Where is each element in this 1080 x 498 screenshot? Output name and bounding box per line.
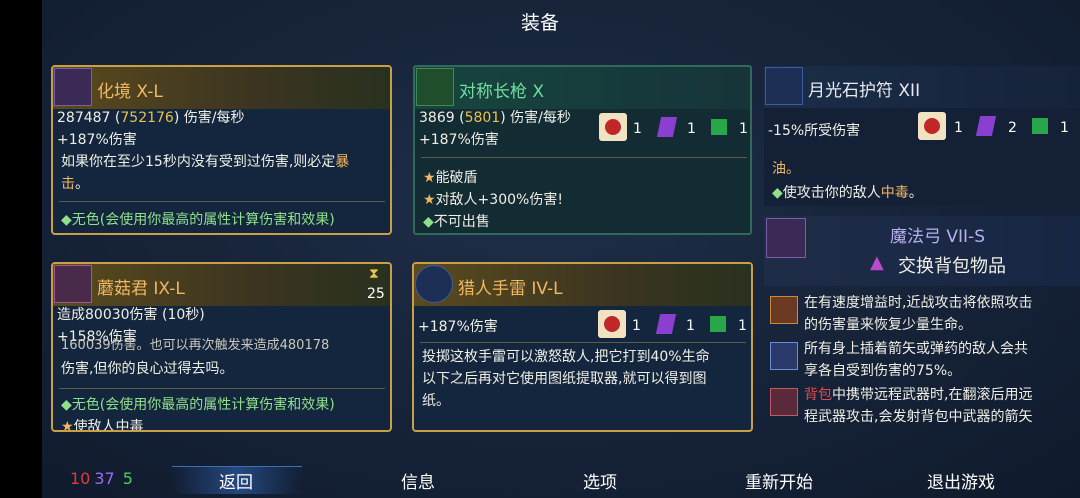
cooldown-value: 25	[367, 286, 385, 302]
tactics-scroll-icon	[653, 113, 681, 141]
backpack-item-name: 魔法弓 VII-S	[890, 227, 985, 247]
grenade-skill-card[interactable]: 猎人手雷 IV-L +187%伤害 1 1 1 投掷这枚手雷可以激怒敌人,把它打…	[412, 262, 753, 432]
survival-scroll-icon	[704, 310, 732, 338]
backpack-panel[interactable]: 魔法弓 VII-S ▲ 交换背包物品	[764, 216, 1080, 286]
magic-bow-icon	[766, 218, 806, 258]
amulet-icon	[765, 67, 803, 105]
mushroom-skill-card[interactable]: 蘑菇君 IX-L ⧗ 25 造成80030伤害 (10秒) +158%伤害 16…	[51, 262, 392, 432]
brutality-scroll-icon	[599, 113, 627, 141]
melee-weapon-card[interactable]: 化境 X-L 287487 (752176) 伤害/每秒 +187%伤害 如果你…	[51, 65, 392, 235]
spear-weapon-card[interactable]: 对称长枪 X 3869 (5801) 伤害/每秒 +187%伤害 1 1 1 ★…	[413, 65, 752, 235]
brutality-stat: 10	[70, 469, 91, 488]
mutation-description: 在有速度增益时,近战攻击将依照攻击 的伤害量来恢复少量生命。	[804, 295, 1033, 333]
mutation-item[interactable]: 背包中携带远程武器时,在翻滚后用远 程武器攻击,会发射背包中武器的箭矢	[764, 384, 1080, 430]
skill-name: 猎人手雷 IV-L	[458, 279, 563, 299]
tactics-scroll-icon	[652, 310, 680, 338]
mutation-description: 背包中携带远程武器时,在翻滚后用远 程武器攻击,会发射背包中武器的箭矢	[804, 387, 1033, 425]
brutality-scroll-icon	[918, 112, 946, 140]
mutation-list: 在有速度增益时,近战攻击将依照攻击 的伤害量来恢复少量生命。 所有身上插着箭矢或弹…	[764, 292, 1080, 432]
scroll-stats: 10 37 5	[70, 469, 133, 488]
brutality-count: 1	[632, 318, 641, 334]
survival-stat: 5	[122, 469, 133, 488]
tactics-stat: 37	[94, 469, 115, 488]
skill-name: 蘑菇君 IX-L	[97, 279, 185, 299]
brutality-count: 1	[954, 120, 963, 136]
damage-stat: 造成80030伤害 (10秒)	[57, 307, 205, 323]
grenade-icon	[415, 265, 453, 303]
card-header: 化境 X-L	[53, 67, 390, 109]
tactics-count: 1	[687, 121, 696, 137]
page-title: 装备	[520, 12, 559, 34]
card-header: 猎人手雷 IV-L	[414, 264, 751, 306]
tactics-count: 1	[686, 318, 695, 334]
left-black-bar	[0, 0, 42, 498]
divider	[59, 201, 385, 202]
damage-reduction: -15%所受伤害	[768, 123, 861, 139]
survival-scroll-icon	[705, 113, 733, 141]
description-peek: 160039伤害。也可以再次触发来造成480178	[61, 338, 330, 353]
damage-bonus: +187%伤害	[57, 132, 137, 148]
bonus-damage-tag: ★对敌人+300%伤害!	[423, 192, 563, 208]
amulet-card[interactable]: 月光石护符 XII -15%所受伤害 1 2 1 油。 ◆使攻击你的敌人中毒。	[764, 66, 1080, 206]
tactics-scroll-icon	[972, 112, 1000, 140]
swap-backpack-button[interactable]: 交换背包物品	[898, 252, 1006, 278]
hourglass-icon: ⧗	[369, 266, 379, 282]
survival-count: 1	[739, 121, 748, 137]
brutality-scroll-icon	[598, 310, 626, 338]
mutation-icon	[770, 296, 798, 324]
card-header: 月光石护符 XII	[764, 66, 1080, 108]
info-button[interactable]: 信息	[401, 468, 435, 493]
amulet-name: 月光石护符 XII	[808, 81, 921, 101]
poison-tag: ★使敌人中毒	[61, 419, 144, 432]
skill-description: 伤害,但你的良心过得去吗。	[61, 361, 234, 377]
quit-game-button[interactable]: 退出游戏	[927, 468, 995, 493]
card-header: 蘑菇君 IX-L ⧗ 25	[53, 264, 390, 306]
divider	[420, 342, 746, 343]
survival-scroll-icon	[1026, 112, 1054, 140]
weapon-description: 如果你在至少15秒内没有受到过伤害,则必定暴 击。	[61, 154, 350, 192]
damage-bonus: +187%伤害	[418, 319, 498, 335]
mutation-icon	[770, 342, 798, 370]
dps-stat: 287487 (752176) 伤害/每秒	[57, 110, 245, 126]
dps-stat: 3869 (5801) 伤害/每秒	[419, 110, 571, 126]
back-button[interactable]: 返回	[219, 468, 253, 493]
mutation-description: 所有身上插着箭矢或弹药的敌人会共 享各自受到伤害的75%。	[804, 341, 1028, 379]
damage-bonus: +187%伤害	[419, 132, 499, 148]
skill-description: 投掷这枚手雷可以激怒敌人,把它打到40%生命 以下之后再对它使用图纸提取器,就可以…	[422, 349, 710, 409]
colorless-tag: ◆无色(会使用你最高的属性计算伤害和效果)	[61, 397, 335, 413]
unsellable-tag: ◆不可出售	[423, 214, 490, 230]
mutation-item[interactable]: 所有身上插着箭矢或弹药的敌人会共 享各自受到伤害的75%。	[764, 338, 1080, 384]
options-button[interactable]: 选项	[583, 468, 617, 493]
mutation-item[interactable]: 在有速度增益时,近战攻击将依照攻击 的伤害量来恢复少量生命。	[764, 292, 1080, 338]
divider	[421, 157, 747, 158]
shield-break-tag: ★能破盾	[423, 170, 478, 186]
poison-tag: ◆使攻击你的敌人中毒。	[772, 185, 923, 201]
description-peek: 油。	[772, 161, 800, 177]
sword-icon	[54, 68, 92, 106]
weapon-name: 化境 X-L	[97, 82, 163, 102]
tactics-count: 2	[1008, 120, 1017, 136]
survival-count: 1	[1060, 120, 1069, 136]
colorless-tag: ◆无色(会使用你最高的属性计算伤害和效果)	[61, 212, 335, 228]
weapon-name: 对称长枪 X	[459, 82, 545, 102]
card-header: 对称长枪 X	[415, 67, 750, 109]
survival-count: 1	[738, 318, 747, 334]
brutality-count: 1	[633, 121, 642, 137]
swap-icon: ▲	[870, 252, 884, 273]
divider	[59, 388, 385, 389]
mutation-icon	[770, 388, 798, 416]
restart-button[interactable]: 重新开始	[745, 468, 813, 493]
spear-icon	[416, 68, 454, 106]
mushroom-icon	[54, 265, 92, 303]
